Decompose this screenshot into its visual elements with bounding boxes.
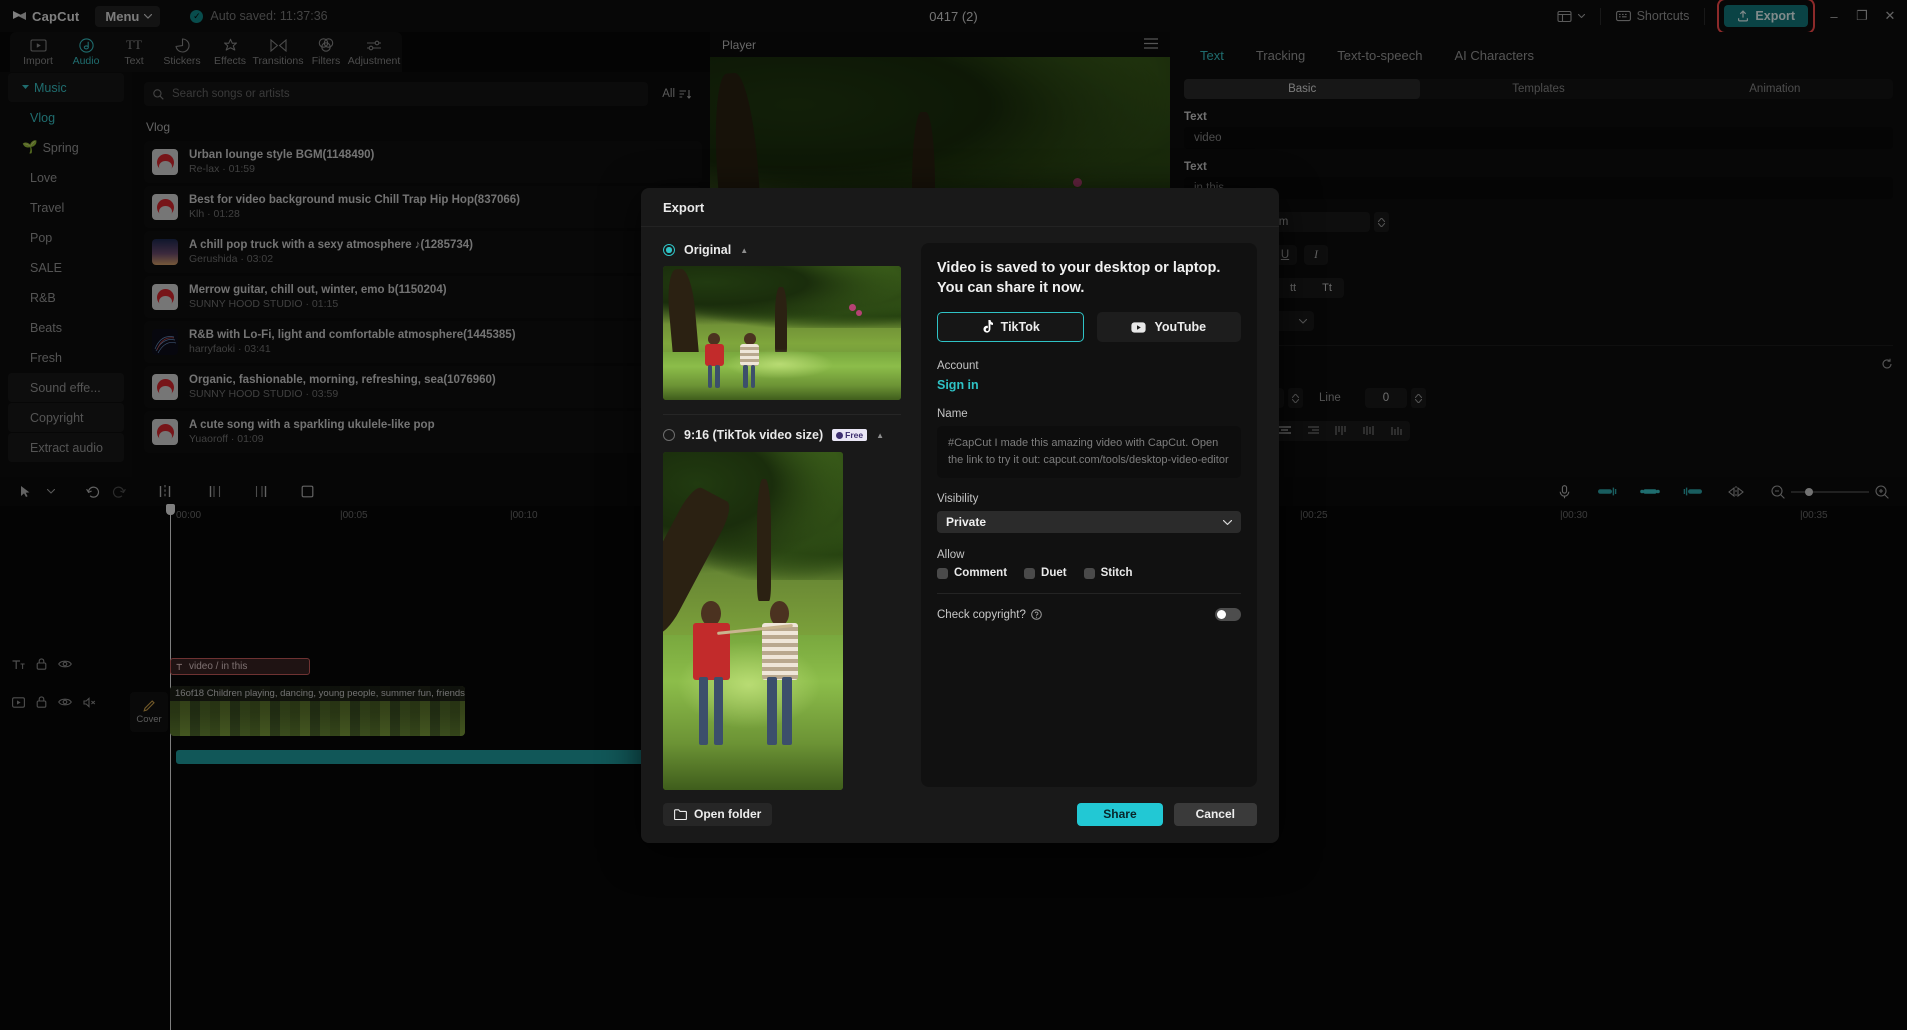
platform-label: YouTube — [1154, 320, 1206, 334]
youtube-icon — [1131, 322, 1146, 333]
export-dialog: Export Original ▲ — [641, 188, 1279, 843]
child-striped — [760, 601, 800, 743]
open-folder-label: Open folder — [694, 807, 761, 821]
open-folder-button[interactable]: Open folder — [663, 803, 772, 826]
checkbox-duet[interactable]: Duet — [1024, 567, 1067, 579]
free-badge: Free — [832, 429, 867, 441]
checkbox-label: Comment — [954, 567, 1007, 579]
export-preview-column: Original ▲ — [663, 243, 901, 787]
free-badge-label: Free — [845, 430, 863, 440]
footer-buttons: Share Cancel — [1077, 803, 1257, 826]
export-share-column: Video is saved to your desktop or laptop… — [921, 243, 1257, 787]
original-label: Original — [684, 243, 731, 257]
copyright-toggle[interactable] — [1215, 608, 1241, 621]
visibility-select[interactable]: Private — [937, 511, 1241, 533]
name-textarea[interactable]: #CapCut I made this amazing video with C… — [937, 426, 1241, 478]
checkbox-stitch[interactable]: Stitch — [1084, 567, 1133, 579]
preview-landscape — [663, 266, 901, 400]
collapse-caret-icon[interactable]: ▲ — [876, 431, 884, 440]
preview-portrait — [663, 452, 843, 790]
radio-unselected-icon — [663, 429, 675, 441]
export-dialog-title: Export — [641, 188, 1279, 227]
platform-label: TikTok — [1001, 320, 1040, 334]
divider — [663, 414, 901, 415]
cancel-button[interactable]: Cancel — [1174, 803, 1257, 826]
allow-label: Allow — [937, 549, 1241, 561]
folder-icon — [674, 809, 687, 820]
tiktok-icon — [981, 320, 993, 334]
checkbox-icon — [1024, 568, 1035, 579]
checkbox-comment[interactable]: Comment — [937, 567, 1007, 579]
allow-options: Comment Duet Stitch — [937, 567, 1241, 579]
chevron-down-icon — [1223, 520, 1232, 525]
child-striped — [739, 333, 760, 387]
crown-icon — [836, 432, 843, 439]
resolution-option-tiktok[interactable]: 9:16 (TikTok video size) Free ▲ — [663, 428, 901, 442]
collapse-caret-icon[interactable]: ▲ — [740, 246, 748, 255]
platform-tiktok-button[interactable]: TikTok — [937, 312, 1084, 342]
export-dialog-body: Original ▲ — [641, 227, 1279, 787]
checkbox-icon — [937, 568, 948, 579]
copyright-label-group: Check copyright? — [937, 609, 1042, 621]
radio-selected-icon — [663, 244, 675, 256]
checkbox-icon — [1084, 568, 1095, 579]
copyright-label: Check copyright? — [937, 609, 1026, 621]
checkbox-label: Duet — [1041, 567, 1067, 579]
platform-youtube-button[interactable]: YouTube — [1097, 312, 1242, 342]
sign-in-link[interactable]: Sign in — [937, 378, 1241, 392]
child-red — [692, 601, 732, 743]
export-headline: Video is saved to your desktop or laptop… — [937, 259, 1241, 298]
capcut-window: CapCut Menu ✓ Auto saved: 11:37:36 0417 … — [0, 0, 1907, 1030]
visibility-label: Visibility — [937, 493, 1241, 505]
resolution-option-original[interactable]: Original ▲ — [663, 243, 901, 257]
checkbox-label: Stitch — [1101, 567, 1133, 579]
name-label: Name — [937, 408, 1241, 420]
child-red — [703, 333, 724, 387]
share-button[interactable]: Share — [1077, 803, 1162, 826]
account-label: Account — [937, 360, 1241, 372]
visibility-value: Private — [946, 515, 986, 529]
tiktok-size-label: 9:16 (TikTok video size) — [684, 428, 823, 442]
help-circle-icon — [1031, 609, 1042, 620]
platform-row: TikTok YouTube — [937, 312, 1241, 342]
export-dialog-footer: Open folder Share Cancel — [641, 785, 1279, 843]
divider — [937, 593, 1241, 594]
check-copyright-row: Check copyright? — [937, 608, 1241, 621]
